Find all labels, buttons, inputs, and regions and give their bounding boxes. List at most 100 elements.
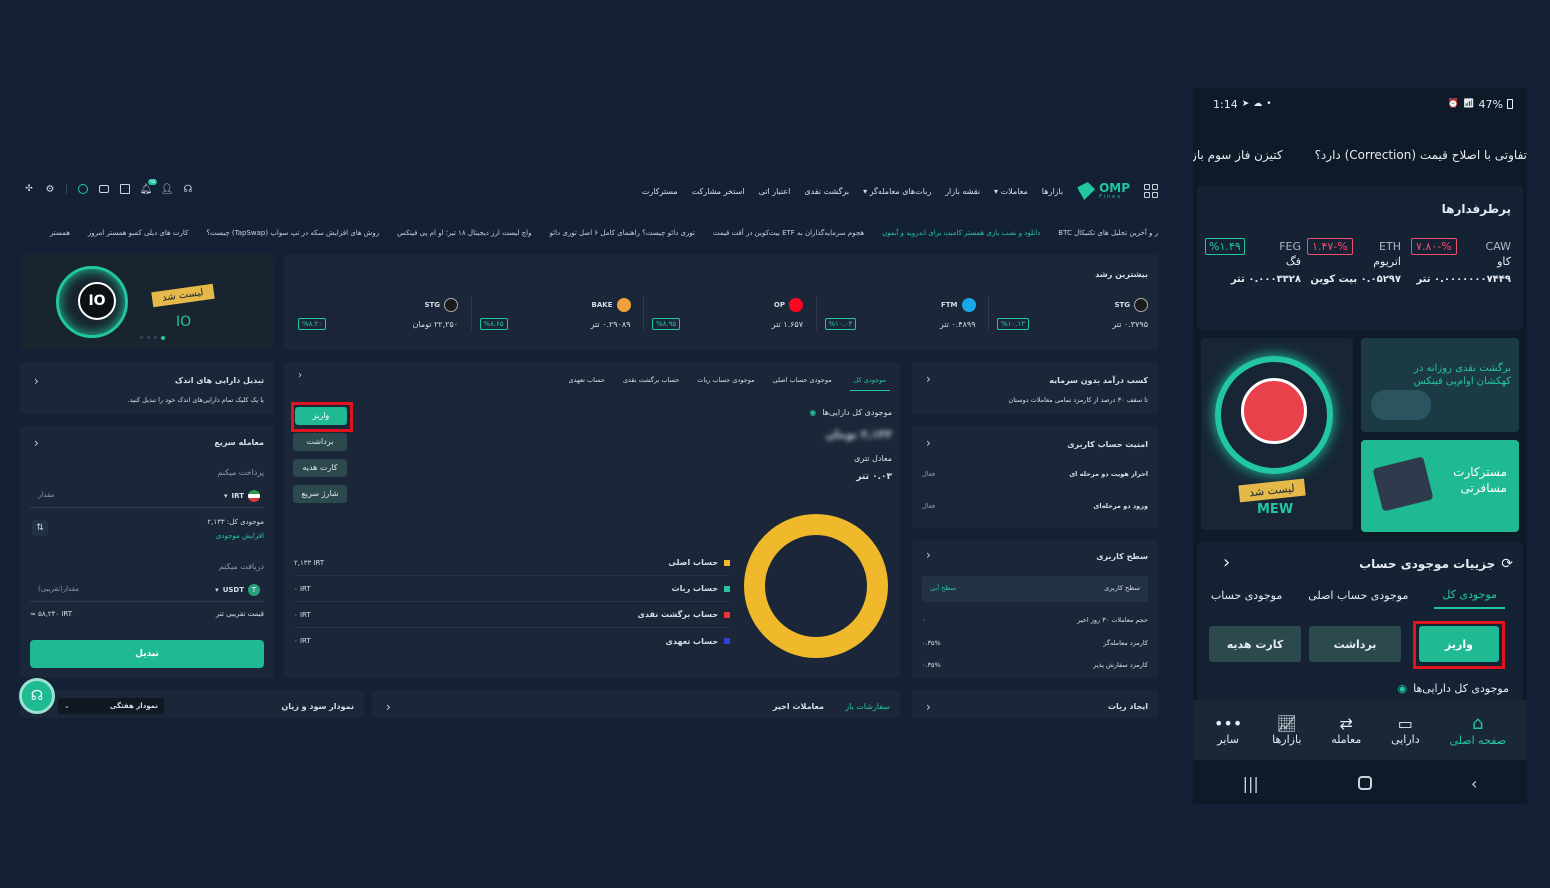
ticker-item[interactable]: کارت های دیلی کمبو همستر امروز xyxy=(88,229,188,237)
referral-income-panel[interactable]: کسب درآمد بدون سرمایه تا سقف ۳۰ درصد از … xyxy=(912,362,1158,414)
security-row[interactable]: ورود دو مرحله‌ای فعال xyxy=(922,502,1148,510)
ticker-item[interactable]: همستر xyxy=(50,229,70,237)
news-item[interactable]: تفاوتی با اصلاح قیمت (Correction) دارد؟ xyxy=(1315,148,1527,162)
mobile-gift-card-button[interactable]: کارت هدیه xyxy=(1209,626,1301,662)
nav-cashback[interactable]: برگشت نقدی xyxy=(804,187,849,196)
mastercard-banner[interactable]: مسترکارت مسافرتی xyxy=(1361,440,1519,532)
popular-item[interactable]: ETH %-۱.۴۷ اتریوم ۰.۰۵۲۹۷ بیت کوین xyxy=(1307,238,1401,285)
bell-icon[interactable]: 🔔︎ ۱۵ xyxy=(140,179,157,195)
chevron-left-icon[interactable]: ‹ xyxy=(926,372,931,386)
tab-commitment-account[interactable]: حساب تعهدی xyxy=(569,376,605,384)
mobile-deposit-button[interactable]: واریز xyxy=(1419,626,1499,662)
nav-credit[interactable]: اعتبار اتی xyxy=(759,187,791,196)
account-row[interactable]: حساب ربات ۰ IRT xyxy=(294,576,730,602)
mew-listing-banner[interactable]: لیست شد MEW xyxy=(1201,338,1353,530)
nav-trading-bots[interactable]: ربات‌های معامله‌گر ▾ xyxy=(863,187,931,196)
popular-item[interactable]: FEG %۱.۴۹ فگ ۰.۰۰۰۳۳۲۸ تتر xyxy=(1205,238,1301,285)
headset-icon[interactable]: ☊ xyxy=(183,184,193,195)
currency-select-irt[interactable]: IRT ▾ xyxy=(224,490,260,502)
tab-cashback-account[interactable]: حساب برگشت نقدی xyxy=(623,376,679,384)
nav-trade[interactable]: ⇄ معامله xyxy=(1331,714,1361,746)
tab-account[interactable]: موجودی حساب xyxy=(1211,589,1282,602)
nav-markets[interactable]: بازارها xyxy=(1042,187,1063,196)
orders-icon[interactable] xyxy=(120,184,130,194)
nav-markets[interactable]: 📈︎ بازارها xyxy=(1272,714,1301,746)
user-icon[interactable]: 👤︎ xyxy=(161,184,174,195)
support-chat-button[interactable]: ☊ xyxy=(19,678,55,714)
refresh-icon[interactable]: ⟳ xyxy=(1501,556,1513,572)
cashback-banner[interactable]: برگشت نقدی روزانه در کهکشان اوام‌پی فینک… xyxy=(1361,338,1519,432)
gainer-item[interactable]: OP ۱.۶۵۷ تتر %۸.۹۵ xyxy=(643,296,803,330)
convert-small-panel[interactable]: تبدیل دارایی های اندک با یک کلیک تمام دا… xyxy=(20,362,274,414)
receive-input[interactable]: T USDT ▾ مقدار(تقریبی) xyxy=(30,578,264,602)
nav-assets[interactable]: ▭ دارایی xyxy=(1391,714,1420,746)
chevron-left-icon[interactable]: ‹ xyxy=(926,436,931,450)
gear-icon[interactable]: ⚙ xyxy=(45,184,55,195)
withdraw-button[interactable]: برداشت xyxy=(293,433,347,451)
chevron-left-icon[interactable]: ‹ xyxy=(34,374,39,388)
ticker-item[interactable]: توری دائو چیست؟ راهنمای کامل ۶ اصل توری … xyxy=(550,229,695,237)
tab-recent-trades[interactable]: معاملات اخیر xyxy=(773,702,824,711)
quick-charge-button[interactable]: شارژ سریع xyxy=(293,485,347,503)
listing-banner[interactable]: IO لیست شد لیست شد IO xyxy=(20,254,274,350)
grid-settings-icon[interactable]: ✣ xyxy=(24,184,34,194)
ticker-item[interactable]: دانلود و نصب بازی همستر کامبت برای اندرو… xyxy=(882,229,1040,237)
gainer-item[interactable]: STG ۲۲,۲۵۰ تومان %۸.۲۰ xyxy=(298,296,458,330)
home-button-icon[interactable] xyxy=(1357,776,1372,790)
chevron-left-icon[interactable]: ‹ xyxy=(298,370,302,381)
tab-main[interactable]: موجودی حساب اصلی xyxy=(1308,589,1408,602)
eye-icon[interactable]: ◉ xyxy=(1398,682,1408,695)
level-row-label: کارمزد سفارش پذیر xyxy=(1093,661,1148,669)
nav-pool[interactable]: استخر مشارکت xyxy=(692,187,745,196)
nav-more[interactable]: ••• سایر xyxy=(1214,714,1242,746)
gift-card-button[interactable]: کارت هدیه xyxy=(293,459,347,477)
deposit-button[interactable]: واریز xyxy=(295,407,347,425)
mobile-withdraw-button[interactable]: برداشت xyxy=(1309,626,1401,662)
gainer-item[interactable]: BAKE ۰.۲۹۰۸۹ تتر %۸.۶۵ xyxy=(470,296,631,330)
tab-main-balance[interactable]: موجودی حساب اصلی xyxy=(773,376,832,384)
nav-market-map[interactable]: نقشه بازار xyxy=(945,187,980,196)
pay-input[interactable]: IRT ▾ مقدار xyxy=(30,484,264,508)
tab-total[interactable]: موجودی کل xyxy=(1434,582,1505,609)
gainer-symbol: STG xyxy=(1114,300,1130,309)
ticker-item[interactable]: ر و آخرین تحلیل های تکنیکال BTC xyxy=(1058,229,1158,237)
account-row[interactable]: حساب تعهدی ۰ IRT xyxy=(294,628,730,654)
convert-button[interactable]: تبدیل xyxy=(30,640,264,668)
chevron-left-icon[interactable]: ‹ xyxy=(1223,552,1230,573)
popular-price: ۰.۰۰۰۰۰۰۰۷۴۴۹ تتر xyxy=(1416,274,1511,285)
tab-robot-balance[interactable]: موجودی حساب ربات xyxy=(697,376,754,384)
carousel-dots[interactable] xyxy=(140,336,165,340)
chevron-left-icon[interactable]: ‹ xyxy=(926,700,931,714)
chevron-left-icon[interactable]: ‹ xyxy=(34,436,39,450)
popular-item[interactable]: CAW %-۷.۸۰ کاو ۰.۰۰۰۰۰۰۰۷۴۴۹ تتر xyxy=(1411,238,1511,285)
ticker-item[interactable]: هجوم سرمایه‌گذاران به ETF بیت‌کوین در اَ… xyxy=(713,229,864,237)
chevron-left-icon[interactable]: ‹ xyxy=(386,700,391,714)
nav-trades[interactable]: معاملات ▾ xyxy=(994,187,1028,196)
ticker-item[interactable]: واچ لیست ارز دیجیتال ۱۸ تیر؛ او ام پی فی… xyxy=(397,229,531,237)
back-icon[interactable]: ‹ xyxy=(1471,774,1477,793)
banner-listed-text: لیست شد xyxy=(1248,481,1296,500)
logo[interactable]: OMP Finex xyxy=(1077,182,1130,200)
swap-icon[interactable]: ⇅ xyxy=(32,520,48,536)
gainer-item[interactable]: STG ۰.۳۷۹۵ تتر %۱۰.۱۳ xyxy=(988,296,1148,330)
create-robot-panel[interactable]: ایجاد ربات ‹ xyxy=(912,690,1158,718)
recent-apps-icon[interactable]: ||| xyxy=(1243,774,1259,793)
wallet-icon[interactable] xyxy=(99,185,109,193)
nav-home[interactable]: ⌂ صفحه اصلی xyxy=(1449,713,1506,747)
increase-balance-link[interactable]: افزایش موجودی xyxy=(216,532,264,540)
eye-icon[interactable]: ◉ xyxy=(809,408,816,417)
ticker-item[interactable]: روش های افزایش سکه در تپ سواپ (TapSwap) … xyxy=(206,229,379,237)
account-row[interactable]: حساب اصلی ۲,۱۳۳ IRT xyxy=(294,550,730,576)
security-row[interactable]: احراز هویت دو مرحله ای فعال xyxy=(922,470,1148,478)
account-row[interactable]: حساب برگشت نقدی ۰ IRT xyxy=(294,602,730,628)
nav-mastercard[interactable]: مسترکارت xyxy=(642,187,678,196)
currency-select-usdt[interactable]: T USDT ▾ xyxy=(215,584,260,596)
tab-open-orders[interactable]: سفارشات باز xyxy=(845,702,890,711)
theme-icon[interactable] xyxy=(78,184,88,194)
news-item[interactable]: کتیزن فاز سوم بازی را اس xyxy=(1193,148,1283,162)
tab-total-balance[interactable]: موجودی کل xyxy=(849,370,890,391)
pnl-period-select[interactable]: نمودار هفتگی ⌄ xyxy=(58,698,164,714)
apps-grid-icon[interactable] xyxy=(1144,184,1158,198)
gainer-item[interactable]: FTM ۰.۴۸۹۹ تتر %۱۰.۰۴ xyxy=(815,296,976,330)
chevron-left-icon[interactable]: ‹ xyxy=(926,548,931,562)
